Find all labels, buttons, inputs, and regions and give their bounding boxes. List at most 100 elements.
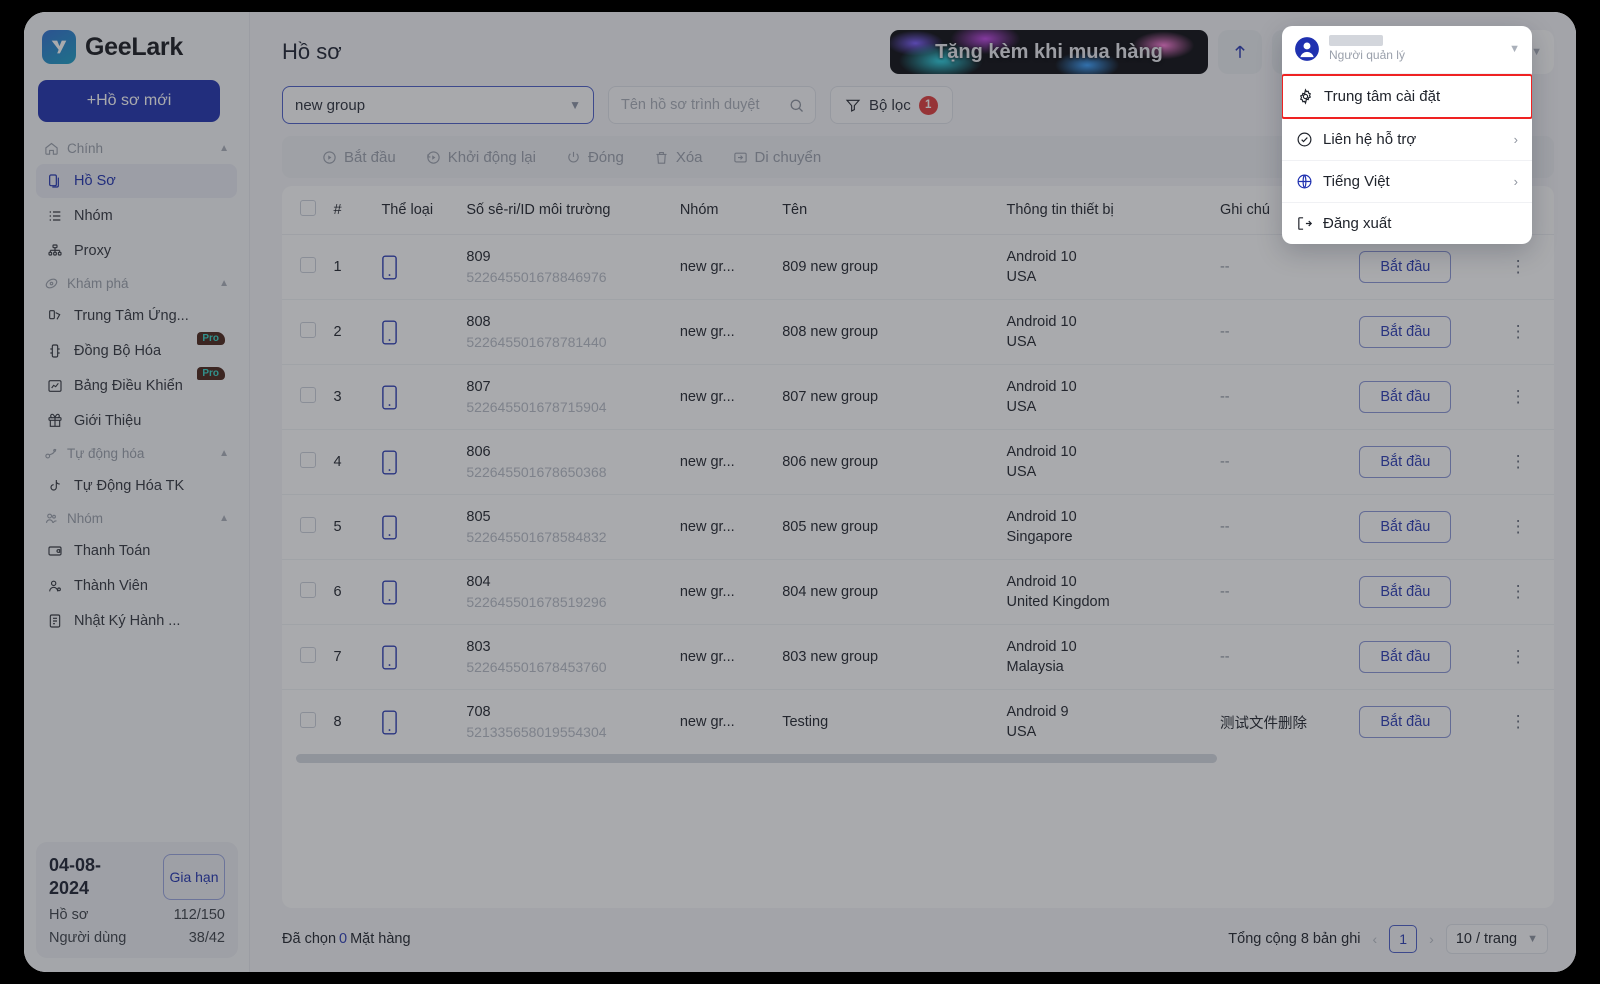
row-serial: 805 — [466, 509, 491, 525]
row-start-button[interactable]: Bắt đầu — [1359, 641, 1452, 673]
row-more-button[interactable]: ⋮ — [1510, 518, 1528, 535]
row-country: USA — [1006, 399, 1037, 415]
table-row[interactable]: 3 807 522645501678715904 new gr... 807 new g… — [282, 364, 1554, 430]
row-checkbox[interactable] — [300, 647, 316, 663]
menu-item-language[interactable]: Tiếng Việt › — [1282, 161, 1532, 203]
row-note: -- — [1211, 234, 1352, 300]
row-start-button[interactable]: Bắt đầu — [1359, 251, 1452, 283]
table-row[interactable]: 1 809 522645501678846976 new gr... 809 new g… — [282, 234, 1554, 300]
search-box[interactable] — [608, 86, 816, 124]
bulk-action-close[interactable]: Đóng — [566, 149, 624, 166]
row-checkbox[interactable] — [300, 517, 316, 533]
sidebar-group-chinh[interactable]: Chính ▲ — [36, 134, 237, 163]
chevron-up-icon: ▲ — [219, 448, 229, 459]
sidebar-item-thanh-toan[interactable]: Thanh Toán — [36, 534, 237, 568]
bulk-action-restart[interactable]: Khởi động lại — [426, 149, 536, 166]
row-start-button[interactable]: Bắt đầu — [1359, 576, 1452, 608]
row-more-button[interactable]: ⋮ — [1510, 388, 1528, 405]
prev-page-button[interactable]: ‹ — [1373, 931, 1378, 947]
search-input[interactable] — [621, 97, 788, 113]
sidebar-item-gioi-thieu[interactable]: Giới Thiệu — [36, 404, 237, 438]
phone-icon — [381, 579, 450, 605]
row-start-button[interactable]: Bắt đầu — [1359, 381, 1452, 413]
brand-name: GeeLark — [85, 32, 183, 61]
row-country: USA — [1006, 464, 1037, 480]
sidebar-item-dong-bo-hoa[interactable]: Đồng Bộ Hóa Pro — [36, 332, 237, 368]
sidebar-item-bang-dieu-khien[interactable]: Bảng Điều Khiển Pro — [36, 367, 237, 403]
sidebar-group-nhom-team[interactable]: Nhóm ▲ — [36, 504, 237, 533]
bulk-action-start[interactable]: Bắt đầu — [322, 149, 396, 166]
sidebar-item-trung-tam-ung-dung[interactable]: Trung Tâm Ứng... — [36, 299, 237, 333]
row-checkbox[interactable] — [300, 712, 316, 728]
menu-item-logout[interactable]: Đăng xuất — [1282, 203, 1532, 244]
row-more-button[interactable]: ⋮ — [1510, 323, 1528, 340]
upload-button[interactable] — [1218, 30, 1262, 74]
logout-icon — [1296, 215, 1313, 232]
profiles-table: # Thể loại Số sê-ri/ID môi trường Nhóm T… — [282, 186, 1554, 754]
group-select[interactable]: new group ▼ — [282, 86, 594, 124]
chevron-up-icon: ▲ — [219, 513, 229, 524]
row-start-button[interactable]: Bắt đầu — [1359, 316, 1452, 348]
sidebar-item-nhom[interactable]: Nhóm — [36, 199, 237, 233]
sidebar-item-proxy[interactable]: Proxy — [36, 234, 237, 268]
row-more-button[interactable]: ⋮ — [1510, 258, 1528, 275]
bulk-action-delete[interactable]: Xóa — [654, 149, 703, 166]
new-profile-button[interactable]: +Hồ sơ mới — [38, 80, 220, 122]
sidebar-item-ho-so[interactable]: Hồ Sơ — [36, 164, 237, 198]
row-group: new gr... — [671, 624, 775, 690]
row-checkbox[interactable] — [300, 387, 316, 403]
table-row[interactable]: 2 808 522645501678781440 new gr... 808 new g… — [282, 299, 1554, 365]
table-row[interactable]: 4 806 522645501678650368 new gr... 806 new g… — [282, 429, 1554, 495]
select-all-checkbox[interactable] — [300, 200, 316, 216]
sidebar-item-label: Proxy — [74, 243, 112, 259]
plan-users-row: Người dùng 38/42 — [49, 930, 225, 946]
row-serial: 807 — [466, 379, 491, 395]
row-more-button[interactable]: ⋮ — [1510, 453, 1528, 470]
plan-expiry-date: 04-08-2024 — [49, 855, 102, 898]
sidebar-item-thanh-vien[interactable]: Thành Viên — [36, 569, 237, 603]
row-more-button[interactable]: ⋮ — [1510, 583, 1528, 600]
upload-arrow-icon — [1230, 42, 1250, 62]
table-row[interactable]: 7 803 522645501678453760 new gr... 803 new g… — [282, 624, 1554, 690]
row-checkbox[interactable] — [300, 257, 316, 273]
row-checkbox[interactable] — [300, 582, 316, 598]
table-row[interactable]: 8 708 521335658019554304 new gr... Testing An… — [282, 690, 1554, 755]
row-device-cell: Android 10 USA — [998, 429, 1212, 495]
sidebar: GeeLark +Hồ sơ mới Chính ▲ Hồ Sơ Nhóm Pr… — [24, 12, 250, 972]
sidebar-group-kham-pha[interactable]: Khám phá ▲ — [36, 269, 237, 298]
row-start-button[interactable]: Bắt đầu — [1359, 446, 1452, 478]
proxy-icon — [46, 242, 64, 260]
renew-button[interactable]: Gia hạn — [163, 854, 225, 900]
sidebar-group-tu-dong-hoa[interactable]: Tự động hóa ▲ — [36, 439, 237, 468]
per-page-select[interactable]: 10 / trang ▼ — [1445, 924, 1548, 954]
current-page[interactable]: 1 — [1389, 925, 1418, 953]
scrollbar-thumb[interactable] — [296, 754, 1217, 763]
menu-item-settings-center[interactable]: Trung tâm cài đặt — [1282, 73, 1532, 119]
row-action-cell: Bắt đầu — [1351, 494, 1502, 560]
row-more-button[interactable]: ⋮ — [1510, 713, 1528, 730]
next-page-button[interactable]: › — [1429, 931, 1434, 947]
row-checkbox[interactable] — [300, 322, 316, 338]
chevron-up-icon: ▲ — [219, 143, 229, 154]
row-country: USA — [1006, 724, 1037, 740]
row-select-cell — [282, 494, 326, 560]
promo-banner[interactable]: Tặng kèm khi mua hàng — [890, 30, 1208, 74]
horizontal-scrollbar[interactable] — [296, 754, 1540, 763]
phone-icon — [381, 514, 450, 540]
sidebar-item-tu-dong-hoa-tk[interactable]: Tự Động Hóa TK — [36, 469, 237, 503]
sidebar-group-label: Chính — [67, 141, 104, 156]
filter-button[interactable]: Bộ lọc 1 — [830, 86, 953, 124]
row-start-button[interactable]: Bắt đầu — [1359, 511, 1452, 543]
bulk-action-move[interactable]: Di chuyển — [733, 149, 821, 166]
row-start-button[interactable]: Bắt đầu — [1359, 706, 1452, 738]
row-more-button[interactable]: ⋮ — [1510, 648, 1528, 665]
team-icon — [44, 511, 59, 526]
row-select-cell — [282, 690, 326, 755]
row-index: 1 — [325, 234, 374, 300]
sidebar-item-nhat-ky-hanh-dong[interactable]: Nhật Ký Hành ... — [36, 604, 237, 638]
table-row[interactable]: 6 804 522645501678519296 new gr... 804 new g… — [282, 559, 1554, 625]
row-checkbox[interactable] — [300, 452, 316, 468]
user-dropdown-header[interactable]: Người quản lý ▼ — [1282, 26, 1532, 73]
table-row[interactable]: 5 805 522645501678584832 new gr... 805 new g… — [282, 494, 1554, 560]
menu-item-contact-support[interactable]: Liên hệ hỗ trợ › — [1282, 119, 1532, 161]
